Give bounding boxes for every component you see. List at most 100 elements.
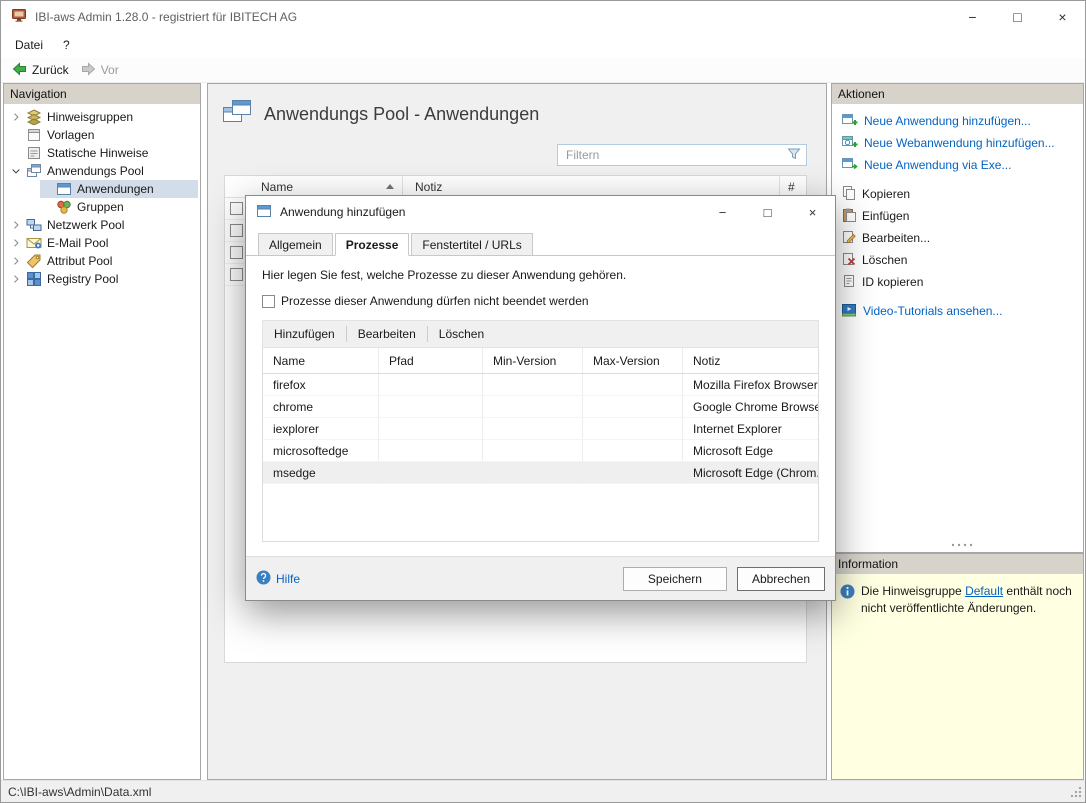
- row-checkbox[interactable]: [230, 268, 243, 281]
- sidebar-item-email-pool[interactable]: E-Mail Pool: [4, 234, 200, 252]
- dialog-minimize-button[interactable]: −: [700, 196, 745, 228]
- copy-icon: [842, 186, 856, 203]
- help-icon: [256, 570, 271, 588]
- dialog-footer: Hilfe Speichern Abbrechen: [246, 556, 835, 600]
- back-arrow-icon: [12, 62, 27, 79]
- action-video-tutorials[interactable]: Video-Tutorials ansehen...: [840, 300, 1083, 322]
- process-column-min[interactable]: Min-Version: [483, 348, 583, 373]
- action-neue-anwendung-via-exe[interactable]: Neue Anwendung via Exe...: [840, 154, 1083, 176]
- row-checkbox[interactable]: [230, 224, 243, 237]
- column-header-notiz[interactable]: Notiz: [403, 176, 780, 197]
- navigation-panel: Navigation Hinweisgruppen Vorlagen Stati…: [3, 83, 201, 780]
- process-name: iexplorer: [263, 418, 379, 439]
- content-header: Anwendungs Pool - Anwendungen: [208, 84, 826, 129]
- process-row-msedge[interactable]: msedge Microsoft Edge (Chrom...: [263, 462, 818, 484]
- chevron-down-icon[interactable]: [8, 165, 24, 177]
- forward-button[interactable]: Vor: [78, 60, 128, 81]
- back-button[interactable]: Zurück: [9, 60, 78, 81]
- sort-ascending-icon: [386, 184, 394, 189]
- chevron-right-icon[interactable]: [8, 111, 24, 123]
- sidebar-item-registry-pool[interactable]: Registry Pool: [4, 270, 200, 288]
- process-max: [583, 418, 683, 439]
- column-header-count[interactable]: #: [780, 176, 806, 197]
- cancel-button[interactable]: Abbrechen: [737, 567, 825, 591]
- sidebar-item-netzwerk-pool[interactable]: Netzwerk Pool: [4, 216, 200, 234]
- tab-fenstertitel-urls[interactable]: Fenstertitel / URLs: [411, 233, 532, 256]
- process-table: Name Pfad Min-Version Max-Version Notiz …: [262, 348, 819, 542]
- action-bearbeiten[interactable]: Bearbeiten...: [840, 227, 1083, 249]
- process-name: chrome: [263, 396, 379, 417]
- toolbar: Zurück Vor: [1, 58, 1085, 83]
- dialog-controls: − □ ×: [700, 196, 835, 228]
- sidebar-item-attribut-pool[interactable]: Attribut Pool: [4, 252, 200, 270]
- help-label: Hilfe: [276, 572, 300, 586]
- process-name: msedge: [263, 462, 379, 483]
- tab-prozesse[interactable]: Prozesse: [335, 233, 410, 256]
- sidebar-item-anwendungs-pool[interactable]: Anwendungs Pool: [4, 162, 200, 180]
- sidebar-item-label: Anwendungen: [77, 182, 154, 196]
- dialog-close-button[interactable]: ×: [790, 196, 835, 228]
- delete-process-button[interactable]: Löschen: [430, 322, 493, 346]
- panel-splitter-handle[interactable]: [951, 536, 973, 552]
- process-row-firefox[interactable]: firefox Mozilla Firefox Browser: [263, 374, 818, 396]
- resize-grip[interactable]: [1069, 785, 1082, 798]
- chevron-right-icon[interactable]: [8, 273, 24, 285]
- sidebar-item-hinweisgruppen[interactable]: Hinweisgruppen: [4, 108, 200, 126]
- row-checkbox[interactable]: [230, 202, 243, 215]
- applications-icon: [222, 99, 252, 129]
- action-id-kopieren[interactable]: ID kopieren: [840, 271, 1083, 293]
- navigation-tree: Hinweisgruppen Vorlagen Statische Hinwei…: [4, 104, 200, 779]
- column-count-label: #: [788, 180, 795, 194]
- email-pool-icon: [26, 235, 42, 251]
- menu-datei[interactable]: Datei: [5, 34, 53, 56]
- column-notiz-label: Notiz: [415, 180, 442, 194]
- sidebar-item-gruppen[interactable]: Gruppen: [4, 198, 200, 216]
- action-label: Neue Webanwendung hinzufügen...: [864, 136, 1055, 150]
- sidebar-item-statische-hinweise[interactable]: Statische Hinweise: [4, 144, 200, 162]
- column-header-name[interactable]: Name: [249, 176, 403, 197]
- action-einfuegen[interactable]: Einfügen: [840, 205, 1083, 227]
- data-file-path: C:\IBI-aws\Admin\Data.xml: [8, 785, 151, 799]
- menu-help[interactable]: ?: [53, 34, 80, 56]
- anwendungen-icon: [56, 181, 72, 197]
- process-row-microsoftedge[interactable]: microsoftedge Microsoft Edge: [263, 440, 818, 462]
- action-kopieren[interactable]: Kopieren: [840, 183, 1083, 205]
- process-min: [483, 418, 583, 439]
- no-terminate-checkbox[interactable]: [262, 295, 275, 308]
- edit-process-button[interactable]: Bearbeiten: [349, 322, 425, 346]
- chevron-right-icon[interactable]: [8, 255, 24, 267]
- action-label: Neue Anwendung via Exe...: [864, 158, 1011, 172]
- process-column-pfad[interactable]: Pfad: [379, 348, 483, 373]
- chevron-right-icon[interactable]: [8, 219, 24, 231]
- tab-allgemein[interactable]: Allgemein: [258, 233, 333, 256]
- process-min: [483, 396, 583, 417]
- chevron-right-icon[interactable]: [8, 237, 24, 249]
- process-column-name[interactable]: Name: [263, 348, 379, 373]
- action-label: Video-Tutorials ansehen...: [863, 304, 1002, 318]
- sidebar-item-vorlagen[interactable]: Vorlagen: [4, 126, 200, 144]
- help-link[interactable]: Hilfe: [256, 570, 300, 588]
- no-terminate-checkbox-row: Prozesse dieser Anwendung dürfen nicht b…: [262, 294, 819, 308]
- filter-funnel-icon[interactable]: [787, 147, 801, 164]
- action-loeschen[interactable]: Löschen: [840, 249, 1083, 271]
- sidebar-item-label: Vorlagen: [47, 128, 94, 142]
- actions-header: Aktionen: [832, 84, 1083, 104]
- close-button[interactable]: ×: [1040, 1, 1085, 32]
- row-checkbox[interactable]: [230, 246, 243, 259]
- process-column-max[interactable]: Max-Version: [583, 348, 683, 373]
- process-column-notiz[interactable]: Notiz: [683, 348, 818, 373]
- process-row-iexplorer[interactable]: iexplorer Internet Explorer: [263, 418, 818, 440]
- process-notiz: Microsoft Edge (Chrom...: [683, 462, 818, 483]
- add-process-button[interactable]: Hinzufügen: [265, 322, 344, 346]
- action-neue-webanwendung[interactable]: Neue Webanwendung hinzufügen...: [840, 132, 1083, 154]
- action-neue-anwendung[interactable]: Neue Anwendung hinzufügen...: [840, 110, 1083, 132]
- default-group-link[interactable]: Default: [965, 584, 1003, 598]
- maximize-button[interactable]: □: [995, 1, 1040, 32]
- save-button[interactable]: Speichern: [623, 567, 727, 591]
- action-label: Kopieren: [862, 187, 910, 201]
- process-row-chrome[interactable]: chrome Google Chrome Browser: [263, 396, 818, 418]
- dialog-maximize-button[interactable]: □: [745, 196, 790, 228]
- sidebar-item-anwendungen[interactable]: Anwendungen: [4, 180, 200, 198]
- filter-input[interactable]: [560, 148, 787, 162]
- minimize-button[interactable]: −: [950, 1, 995, 32]
